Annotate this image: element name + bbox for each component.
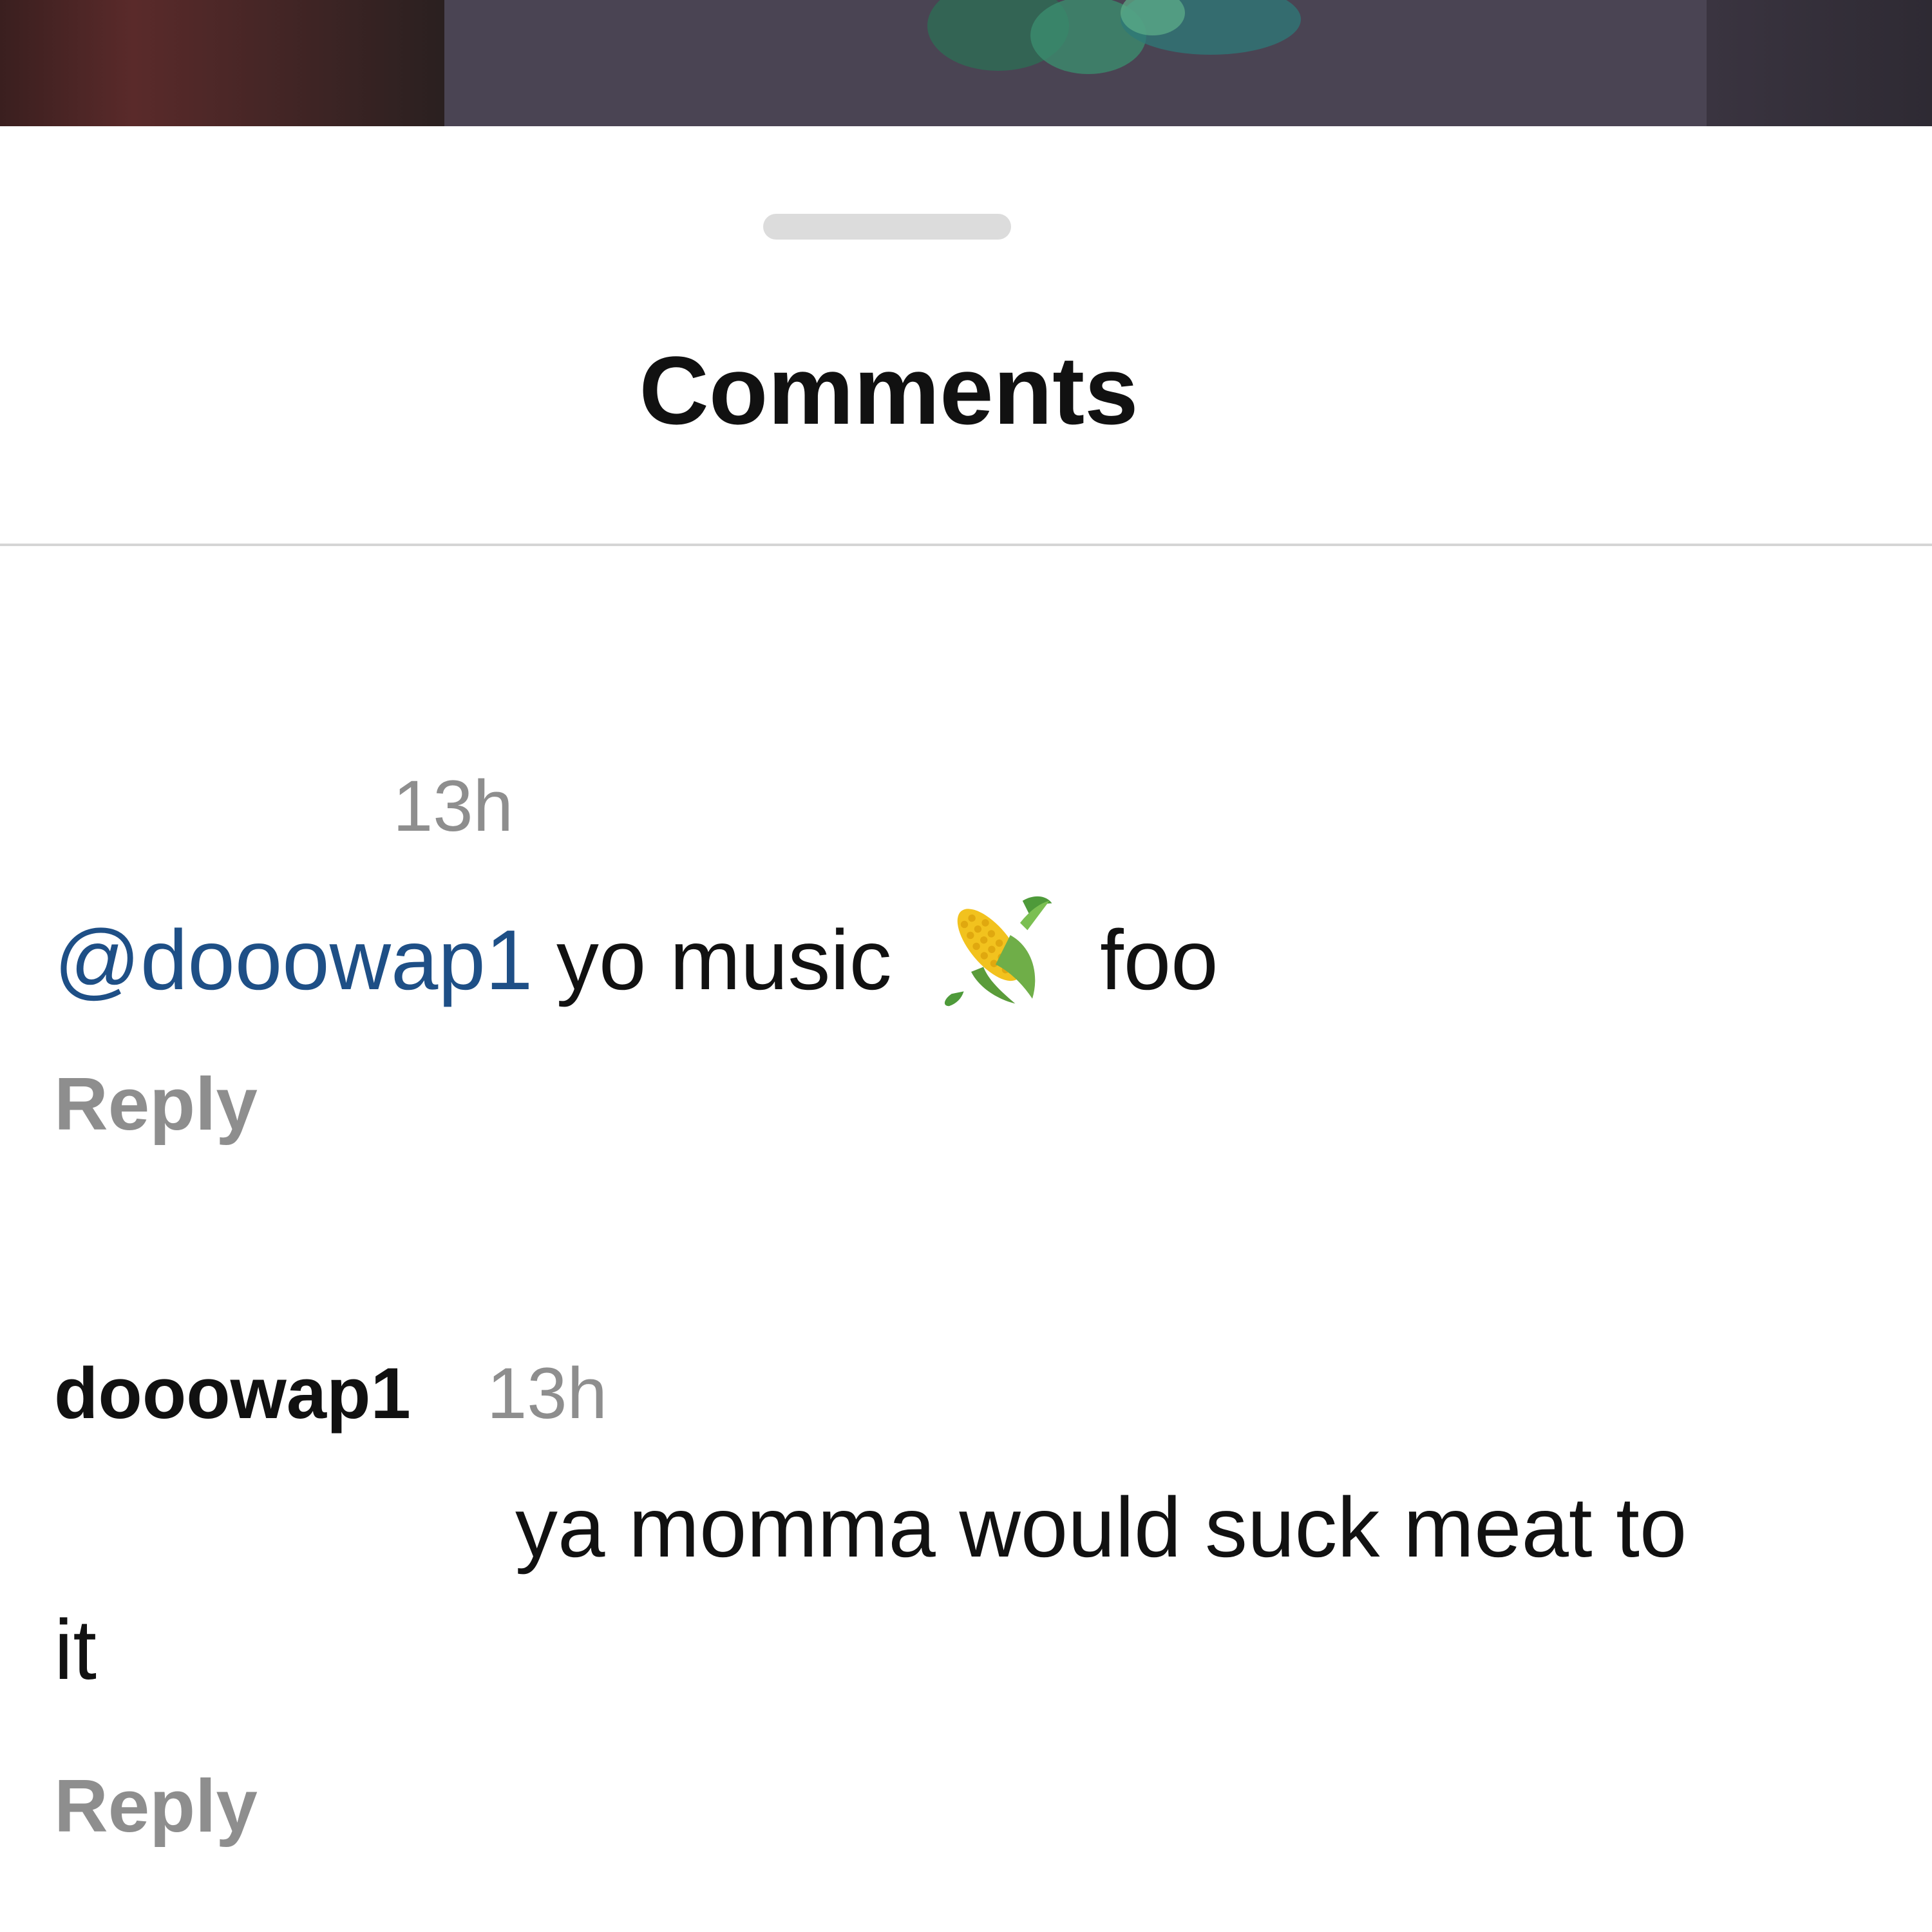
drag-handle[interactable] <box>763 214 1011 240</box>
mention-link[interactable]: @dooowap1 <box>54 913 533 1007</box>
corn-icon <box>945 896 1052 1007</box>
sheet-title: Comments <box>639 336 1139 444</box>
comment-text-part: yo music <box>556 913 892 1007</box>
comment-text-line: ya momma would suck meat to <box>515 1480 1687 1575</box>
shirt-graphic <box>927 0 1301 74</box>
reply-button[interactable]: Reply <box>54 1768 258 1843</box>
comment-text-line: it <box>54 1602 97 1697</box>
comment-text: @dooowap1 yo music foo <box>54 886 1218 1009</box>
comment-timestamp: 13h <box>393 766 513 846</box>
comments-sheet: Comments 13h @dooowap1 yo music foo Repl… <box>0 126 1932 1932</box>
header-divider <box>0 544 1932 546</box>
reply-button[interactable]: Reply <box>54 1066 258 1141</box>
comment-timestamp: 13h <box>487 1353 607 1434</box>
comment-username[interactable]: dooowap1 <box>54 1358 411 1430</box>
post-photo-strip <box>0 0 1932 126</box>
photo-background-right <box>1707 0 1932 126</box>
photo-background-left <box>0 0 444 126</box>
comment-text-part: foo <box>1100 913 1218 1007</box>
